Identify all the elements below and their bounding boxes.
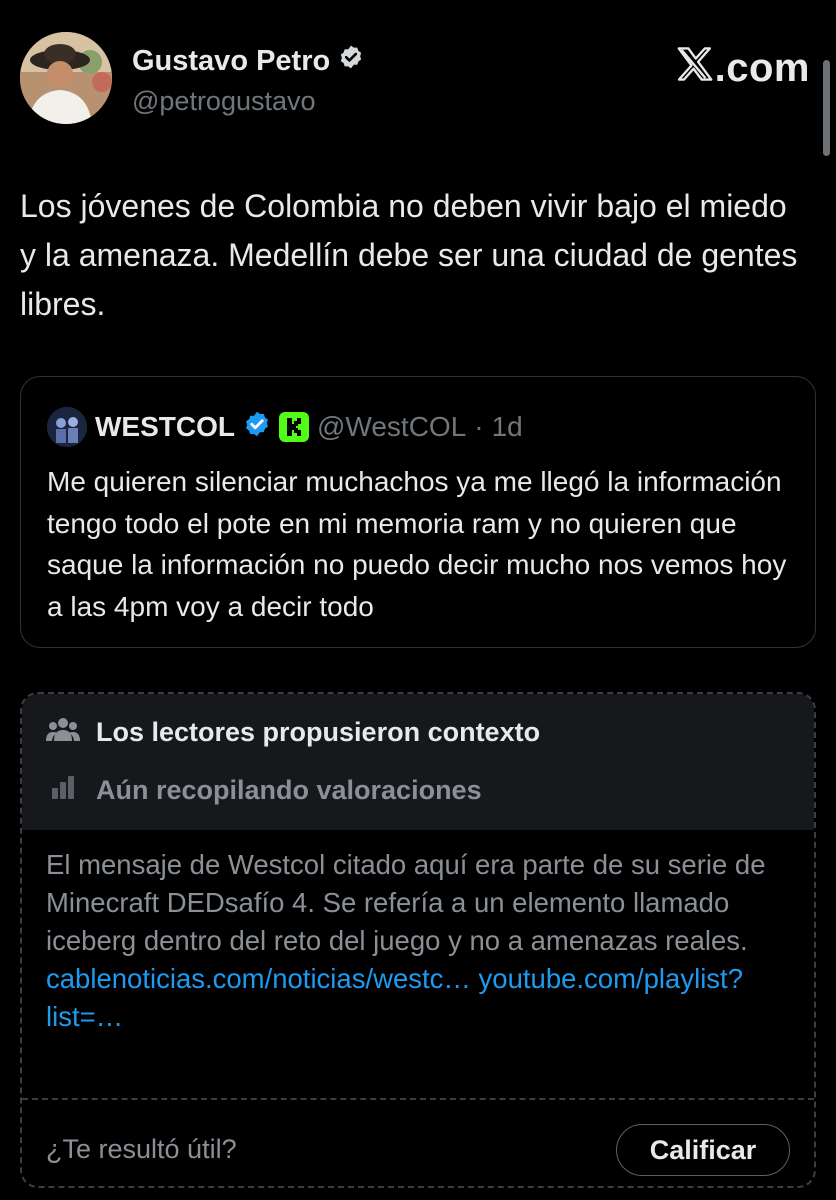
- x-logo-icon: [677, 46, 713, 91]
- author-name-row[interactable]: Gustavo Petro: [132, 44, 364, 78]
- quoted-name[interactable]: WESTCOL: [95, 411, 235, 443]
- note-link-cablenoticias[interactable]: cablenoticias.com/noticias/westc…: [46, 963, 471, 994]
- tweet-text: Los jóvenes de Colombia no deben vivir b…: [20, 188, 798, 322]
- people-icon: [46, 716, 80, 749]
- quoted-handle[interactable]: @WestCOL: [317, 411, 466, 443]
- community-note-status-row: Aún recopilando valoraciones: [46, 774, 482, 807]
- x-com-logo: .com: [677, 46, 810, 91]
- community-note-text: El mensaje de Westcol citado aquí era pa…: [46, 849, 766, 956]
- tweet-header: Gustavo Petro @petrogustavo .com: [20, 32, 810, 132]
- scrollbar[interactable]: [823, 60, 830, 156]
- author-name[interactable]: Gustavo Petro: [132, 45, 330, 78]
- community-note-body: El mensaje de Westcol citado aquí era pa…: [46, 846, 796, 1036]
- author-avatar[interactable]: [20, 32, 112, 124]
- community-note: Los lectores propusieron contexto Aún re…: [20, 692, 816, 1188]
- author-handle[interactable]: @petrogustavo: [132, 86, 316, 117]
- community-note-header: Los lectores propusieron contexto Aún re…: [22, 694, 814, 830]
- bar-chart-icon: [46, 774, 80, 807]
- community-note-title-row: Los lectores propusieron contexto: [46, 716, 540, 749]
- quoted-time[interactable]: 1d: [492, 411, 523, 443]
- quoted-tweet-header: WESTCOL @WestCOL · 1d: [47, 407, 523, 447]
- helpful-question: ¿Te resultó útil?: [46, 1134, 237, 1164]
- quoted-tweet-text: Me quieren silenciar muchachos ya me lle…: [47, 466, 787, 622]
- verified-badge-icon: [243, 410, 271, 445]
- verified-badge-icon: [338, 44, 364, 78]
- community-note-footer: ¿Te resultó útil? Calificar: [22, 1098, 814, 1186]
- quoted-tweet[interactable]: WESTCOL @WestCOL · 1d Me quieren silenci…: [20, 376, 816, 648]
- community-note-status: Aún recopilando valoraciones: [96, 775, 482, 805]
- meta-separator: ·: [474, 411, 484, 442]
- quoted-avatar[interactable]: [47, 407, 87, 447]
- rate-button[interactable]: Calificar: [616, 1124, 790, 1176]
- community-note-title: Los lectores propusieron contexto: [96, 717, 541, 747]
- domain-suffix: .com: [714, 46, 810, 90]
- kick-badge-icon: [279, 412, 309, 442]
